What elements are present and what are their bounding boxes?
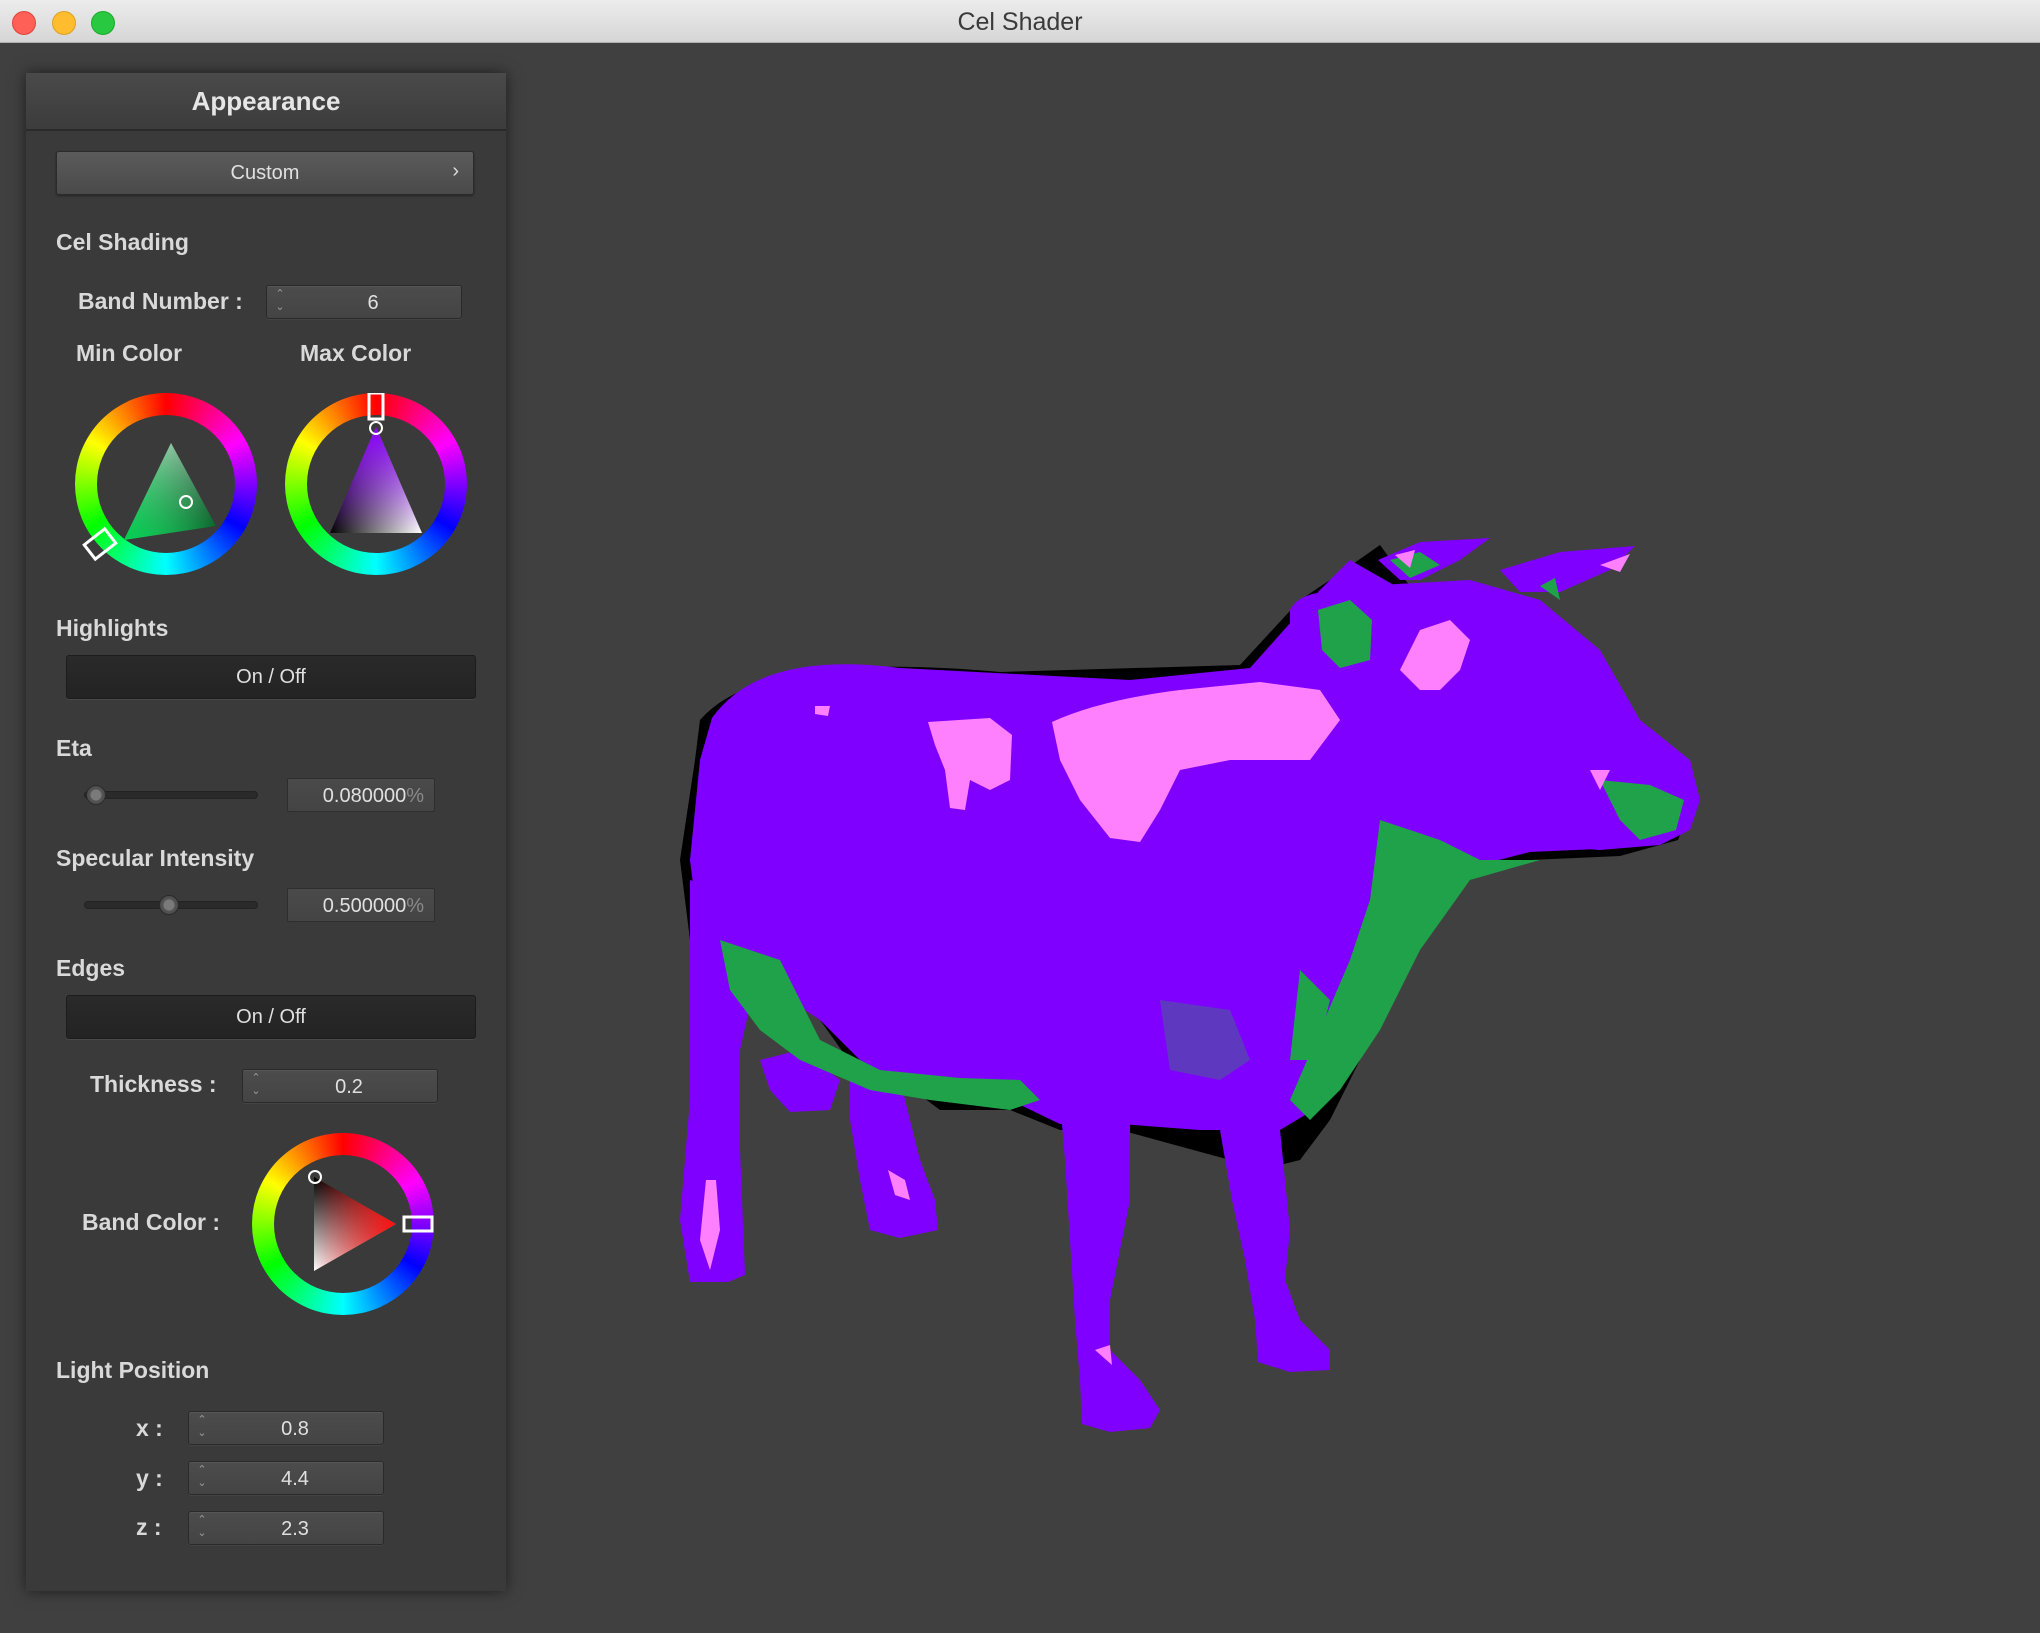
specular-intensity-heading: Specular Intensity — [56, 845, 255, 871]
min-color-triangle[interactable] — [75, 393, 257, 575]
highlights-heading: Highlights — [56, 615, 169, 641]
edges-heading: Edges — [56, 955, 126, 981]
min-color-wheel[interactable] — [75, 393, 257, 575]
eta-unit: % — [406, 785, 424, 807]
stepper-arrows-icon[interactable]: ⌃ ⌄ — [273, 288, 287, 316]
light-position-heading: Light Position — [56, 1357, 210, 1383]
max-color-wheel[interactable] — [285, 393, 467, 575]
preset-button[interactable]: Custom › — [56, 151, 474, 195]
stepper-arrows-icon[interactable]: ⌃ ⌄ — [195, 1414, 209, 1442]
thickness-label: Thickness : — [90, 1071, 217, 1097]
band-number-label: Band Number : — [78, 288, 243, 314]
eta-heading: Eta — [56, 735, 92, 761]
preset-label: Custom — [230, 162, 300, 184]
max-color-triangle[interactable] — [285, 393, 467, 575]
specular-unit: % — [406, 895, 424, 917]
light-z-label: z : — [136, 1514, 162, 1540]
light-x-stepper[interactable]: ⌃ ⌄ 0.8 — [188, 1411, 384, 1445]
panel-title: Appearance — [26, 73, 506, 131]
band-color-label: Band Color : — [82, 1209, 220, 1235]
chevron-right-icon: › — [452, 160, 459, 182]
cel-shading-heading: Cel Shading — [56, 229, 189, 255]
band-number-stepper[interactable]: ⌃ ⌄ 6 — [266, 285, 462, 319]
eta-slider-track[interactable] — [84, 791, 258, 799]
window-title: Cel Shader — [957, 8, 1083, 36]
edges-toggle-button[interactable]: On / Off — [66, 995, 476, 1039]
light-y-stepper[interactable]: ⌃ ⌄ 4.4 — [188, 1461, 384, 1495]
max-color-label: Max Color — [300, 340, 412, 366]
stepper-arrows-icon[interactable]: ⌃ ⌄ — [249, 1072, 263, 1100]
light-z-value: 2.3 — [281, 1518, 309, 1540]
specular-value: 0.500000 — [322, 895, 407, 917]
title-bar: Cel Shader — [0, 0, 2040, 43]
cow-model — [680, 538, 1700, 1432]
thickness-stepper[interactable]: ⌃ ⌄ 0.2 — [242, 1069, 438, 1103]
light-y-label: y : — [136, 1465, 163, 1491]
highlights-toggle-button[interactable]: On / Off — [66, 655, 476, 699]
specular-slider-knob[interactable] — [159, 895, 179, 915]
band-color-triangle[interactable] — [252, 1133, 434, 1315]
stepper-arrows-icon[interactable]: ⌃ ⌄ — [195, 1464, 209, 1492]
band-color-wheel[interactable] — [252, 1133, 434, 1315]
band-number-value: 6 — [367, 292, 379, 314]
light-y-value: 4.4 — [281, 1468, 309, 1490]
eta-value-field[interactable]: 0.080000% — [287, 778, 435, 812]
light-x-value: 0.8 — [281, 1418, 309, 1440]
stepper-arrows-icon[interactable]: ⌃ ⌄ — [195, 1514, 209, 1542]
min-color-label: Min Color — [76, 340, 183, 366]
render-viewport[interactable] — [520, 44, 2040, 1628]
light-x-label: x : — [136, 1415, 163, 1441]
appearance-panel: Appearance Custom › Cel Shading Band Num… — [26, 73, 506, 1591]
light-z-stepper[interactable]: ⌃ ⌄ 2.3 — [188, 1511, 384, 1545]
thickness-value: 0.2 — [335, 1076, 363, 1098]
eta-slider-knob[interactable] — [86, 785, 106, 805]
specular-value-field[interactable]: 0.500000% — [287, 888, 435, 922]
eta-value: 0.080000 — [322, 785, 407, 807]
